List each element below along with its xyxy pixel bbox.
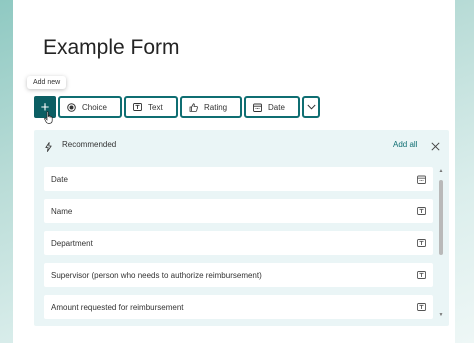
scroll-up-icon[interactable]: ▲	[438, 168, 444, 174]
thumbs-up-icon	[189, 102, 198, 112]
rating-label: Rating	[204, 102, 228, 112]
close-icon[interactable]	[431, 138, 440, 156]
recommended-panel: Recommended Add all Date Name Department…	[34, 130, 449, 326]
item-label: Amount requested for reimbursement	[51, 302, 184, 312]
calendar-icon	[417, 175, 426, 186]
hand-cursor-icon	[44, 111, 54, 129]
recommended-item-amount[interactable]: Amount requested for reimbursement	[44, 295, 433, 319]
scroll-thumb[interactable]	[439, 180, 443, 255]
choice-label: Choice	[82, 102, 107, 112]
text-icon	[417, 303, 426, 313]
item-label: Department	[51, 238, 93, 248]
more-types-button[interactable]	[302, 96, 320, 118]
item-label: Name	[51, 206, 73, 216]
text-label: Text	[148, 102, 163, 112]
scroll-down-icon[interactable]: ▼	[438, 312, 444, 318]
recommended-item-department[interactable]: Department	[44, 231, 433, 255]
recommended-item-supervisor[interactable]: Supervisor (person who needs to authoriz…	[44, 263, 433, 287]
item-label: Date	[51, 174, 68, 184]
rating-button[interactable]: Rating	[180, 96, 242, 118]
item-label: Supervisor (person who needs to authoriz…	[51, 270, 262, 280]
add-new-tooltip: Add new	[27, 76, 67, 89]
chevron-down-icon	[306, 104, 316, 110]
recommended-item-name[interactable]: Name	[44, 199, 433, 223]
text-icon	[417, 271, 426, 281]
text-icon	[417, 207, 426, 217]
radio-icon	[67, 102, 76, 112]
form-title[interactable]: Example Form	[43, 36, 180, 60]
add-all-link[interactable]: Add all	[393, 140, 417, 149]
text-button[interactable]: Text	[124, 96, 178, 118]
recommended-header: Recommended Add all	[34, 130, 449, 158]
date-label: Date	[268, 102, 285, 112]
text-icon	[133, 103, 142, 111]
recommended-scrollbar[interactable]: ▲ ▼	[438, 168, 444, 318]
calendar-icon	[253, 103, 262, 112]
text-icon	[417, 239, 426, 249]
choice-button[interactable]: Choice	[58, 96, 122, 118]
date-button[interactable]: Date	[244, 96, 300, 118]
lightning-icon	[45, 139, 52, 157]
recommended-label: Recommended	[62, 140, 117, 149]
recommended-list: Date Name Department Supervisor (person …	[44, 167, 433, 326]
question-type-toolbar: + Choice Text Rating Date	[34, 96, 320, 118]
recommended-item-date[interactable]: Date	[44, 167, 433, 191]
